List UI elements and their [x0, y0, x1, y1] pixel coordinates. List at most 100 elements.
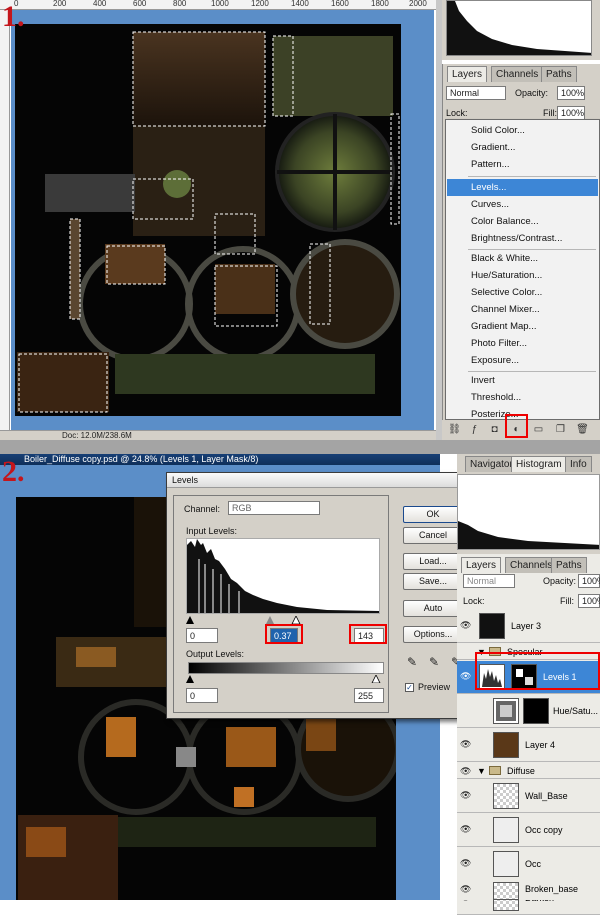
tab-layers-2[interactable]: Layers — [461, 557, 502, 573]
ruler-label: 800 — [173, 0, 187, 8]
visibility-eye-icon[interactable]: 👁 — [460, 824, 472, 834]
auto-button[interactable]: Auto — [403, 600, 463, 617]
histogram-panel — [442, 0, 600, 60]
group-name: Diffuse — [507, 766, 535, 776]
opacity-label-2: Opacity: — [543, 576, 577, 586]
output-sliders[interactable] — [186, 675, 382, 683]
layer-mask-icon[interactable]: ◘ — [488, 423, 501, 436]
layer-row[interactable]: 👁 Occ — [457, 848, 600, 881]
layer-row[interactable]: 👁 Layer 3 — [457, 610, 600, 643]
new-layer-icon[interactable]: ❐ — [554, 423, 567, 436]
menu-item-curves[interactable]: Curves... — [447, 196, 598, 213]
layers-panel-2: Layers Channels Paths Normal Opacity: 10… — [457, 554, 600, 915]
fill-input-2[interactable]: 100% — [578, 594, 600, 608]
tab-paths-2[interactable]: Paths — [551, 557, 587, 573]
document-title: Boiler_Diffuse copy.psd @ 24.8% (Levels … — [24, 454, 259, 464]
group-row[interactable]: 👁 ▼ Diffuse — [457, 763, 600, 779]
layer-row[interactable]: 👁 Occ copy — [457, 814, 600, 847]
menu-item-brightness-contrast[interactable]: Brightness/Contrast... — [447, 230, 598, 247]
opacity-input-2[interactable]: 100% — [578, 574, 600, 588]
ruler-label: 200 — [53, 0, 67, 8]
layer-row-partial[interactable]: 👁 Broken_base — [457, 880, 600, 900]
black-eyedropper-icon[interactable]: ✎ — [407, 655, 417, 670]
trash-icon[interactable]: 🗑 — [576, 423, 589, 436]
ok-button[interactable]: OK — [403, 506, 463, 523]
layer-thumbnail — [479, 613, 505, 639]
layer-name: Occ copy — [525, 825, 563, 835]
link-layers-icon[interactable]: ⛓ — [448, 423, 461, 436]
output-black-field[interactable]: 0 — [186, 688, 218, 703]
layer-mask-thumbnail[interactable] — [523, 698, 549, 724]
tab-histogram[interactable]: Histogram — [511, 456, 567, 472]
menu-item-invert[interactable]: Invert — [447, 372, 598, 389]
menu-separator — [468, 176, 596, 177]
boiler-texture-image[interactable] — [15, 24, 401, 416]
horizontal-ruler: 0 200 400 600 800 1000 1200 1400 1600 18… — [0, 0, 440, 10]
menu-item-pattern[interactable]: Pattern... — [447, 156, 598, 173]
input-black-field[interactable]: 0 — [186, 628, 218, 643]
hue-saturation-icon — [496, 701, 516, 721]
save-button[interactable]: Save... — [403, 573, 463, 590]
ruler-label: 400 — [93, 0, 107, 8]
opacity-input[interactable]: 100% — [557, 86, 585, 100]
histogram-graph-2 — [458, 521, 599, 549]
layer-row[interactable]: 👁 Layer 4 — [457, 729, 600, 762]
menu-item-exposure[interactable]: Exposure... — [447, 352, 598, 369]
status-bar: Doc: 12.0M/238.6M — [0, 430, 440, 440]
preview-checkbox[interactable]: ✓ — [405, 683, 414, 692]
menu-item-gradient[interactable]: Gradient... — [447, 139, 598, 156]
layer-thumbnail — [493, 882, 519, 900]
visibility-eye-icon[interactable]: 👁 — [460, 620, 472, 630]
gray-eyedropper-icon[interactable]: ✎ — [429, 655, 439, 670]
top-tabs: Navigator Histogram Info — [457, 456, 600, 472]
visibility-eye-icon[interactable]: 👁 — [460, 858, 472, 868]
output-white-field[interactable]: 255 — [354, 688, 384, 703]
menu-item-channel-mixer[interactable]: Channel Mixer... — [447, 301, 598, 318]
menu-item-photo-filter[interactable]: Photo Filter... — [447, 335, 598, 352]
layer-name: Layer 3 — [511, 621, 542, 631]
output-levels-label: Output Levels: — [186, 649, 245, 659]
menu-item-color-balance[interactable]: Color Balance... — [447, 213, 598, 230]
layer-row[interactable]: Hue/Satu... — [457, 695, 600, 728]
fill-input[interactable]: 100% — [557, 106, 585, 120]
blend-mode-select[interactable]: Normal — [446, 86, 506, 100]
levels-dialog: Levels ✕ Channel: RGB Input Levels: 0 0.… — [166, 472, 475, 719]
visibility-eye-icon[interactable]: 👁 — [460, 790, 472, 800]
tab-info[interactable]: Info — [565, 456, 592, 472]
highlight-box-white — [349, 624, 387, 644]
layers-tabs: Layers Channels Paths — [443, 64, 600, 82]
tab-channels-2[interactable]: Channels — [505, 557, 558, 573]
visibility-eye-icon[interactable]: 👁 — [460, 739, 472, 749]
layer-row[interactable]: 👁 Wall_Base — [457, 780, 600, 813]
menu-item-black-white[interactable]: Black & White... — [447, 250, 598, 267]
visibility-eye-icon[interactable]: 👁 — [460, 884, 472, 894]
input-sliders[interactable] — [186, 616, 382, 624]
collapse-arrow-icon[interactable]: ▼ — [477, 766, 486, 776]
layer-style-icon[interactable]: ƒ — [468, 423, 481, 436]
tab-navigator[interactable]: Navigator — [465, 456, 518, 472]
ruler-label: 2000 — [409, 0, 427, 8]
visibility-eye-icon[interactable]: 👁 — [460, 766, 472, 776]
channel-select[interactable]: RGB — [228, 501, 320, 515]
adjustment-layer-menu: Solid Color... Gradient... Pattern... Le… — [445, 119, 600, 420]
menu-item-levels[interactable]: Levels... — [447, 179, 598, 196]
menu-item-hue-saturation[interactable]: Hue/Saturation... — [447, 267, 598, 284]
menu-item-gradient-map[interactable]: Gradient Map... — [447, 318, 598, 335]
ruler-label: 1400 — [291, 0, 309, 8]
adjustment-thumbnail — [493, 698, 519, 724]
highlight-box-gamma — [265, 624, 303, 644]
visibility-eye-icon[interactable]: 👁 — [460, 671, 472, 681]
menu-item-selective-color[interactable]: Selective Color... — [447, 284, 598, 301]
histogram-shape — [447, 1, 591, 55]
options-button[interactable]: Options... — [403, 626, 463, 643]
menu-item-threshold[interactable]: Threshold... — [447, 389, 598, 406]
blend-mode-select-2[interactable]: Normal — [463, 574, 515, 588]
cancel-button[interactable]: Cancel — [403, 527, 463, 544]
menu-item-solid-color[interactable]: Solid Color... — [447, 122, 598, 139]
new-group-icon[interactable]: ▭ — [532, 423, 545, 436]
tab-layers[interactable]: Layers — [447, 66, 488, 82]
tab-paths[interactable]: Paths — [541, 66, 577, 82]
step-1-label: 1. — [2, 0, 25, 33]
load-button[interactable]: Load... — [403, 553, 463, 570]
tab-channels[interactable]: Channels — [491, 66, 544, 82]
